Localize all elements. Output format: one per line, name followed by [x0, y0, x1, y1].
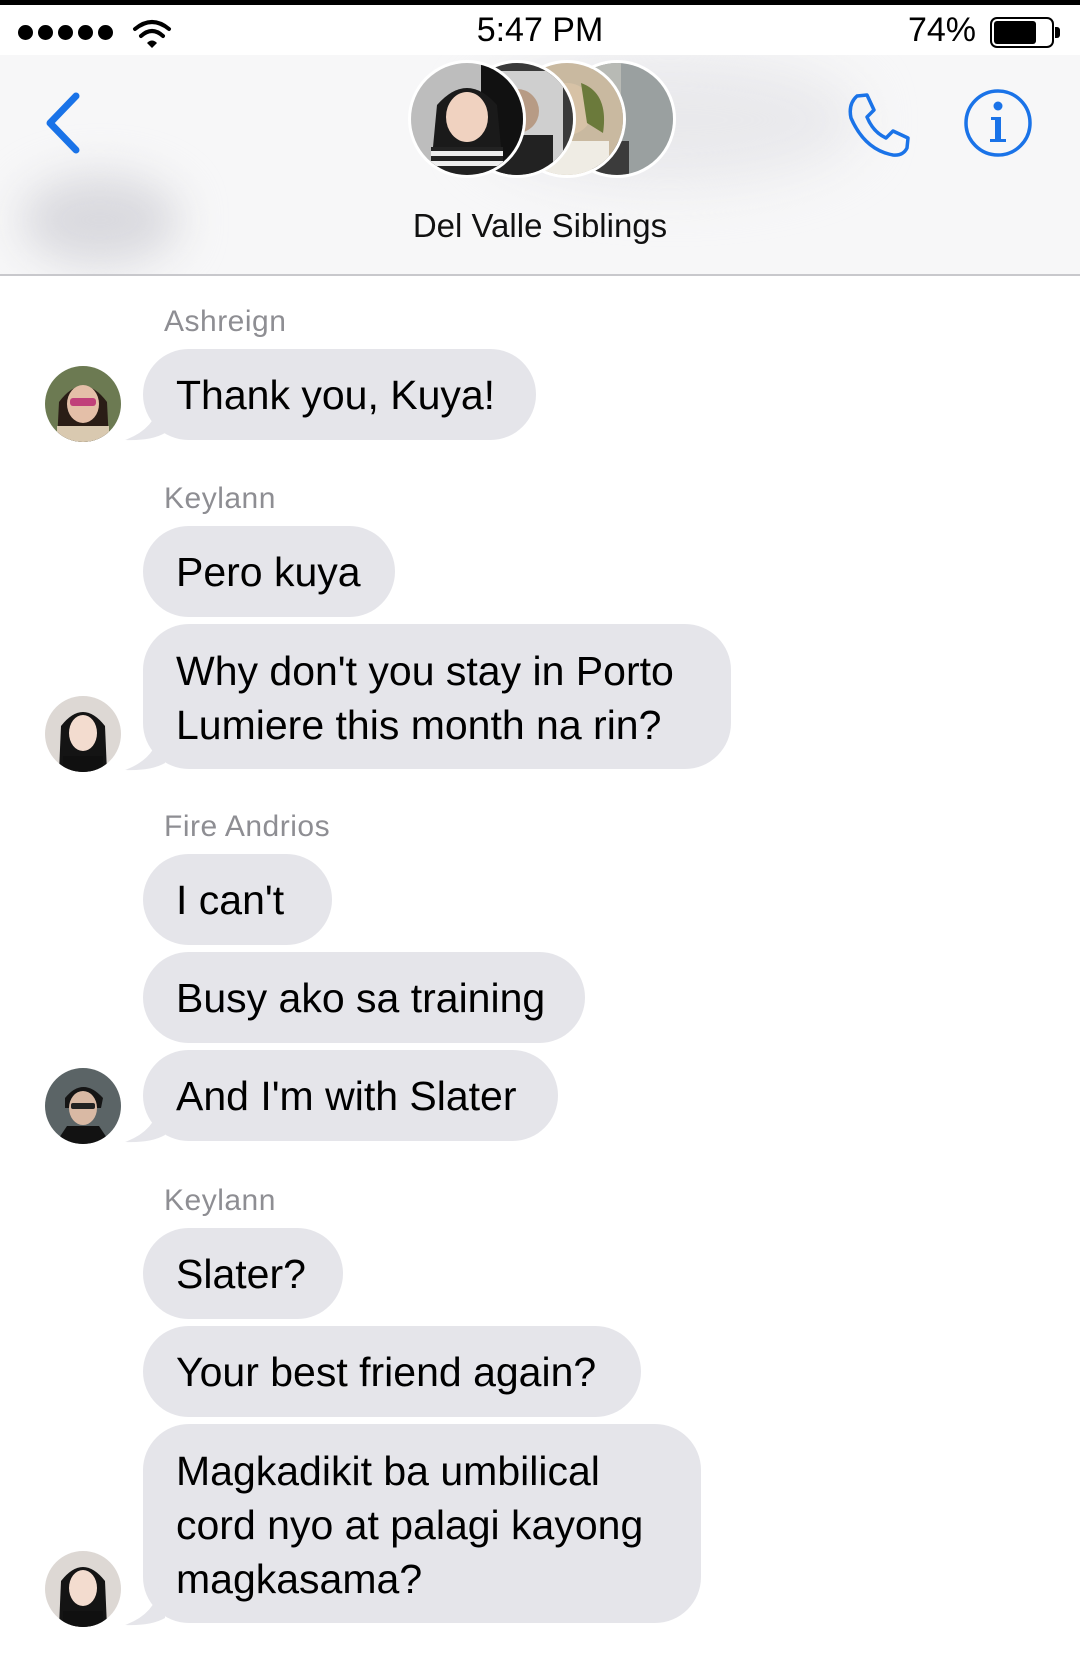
phone-icon[interactable] [843, 90, 913, 160]
avatar[interactable] [45, 1551, 121, 1627]
sender-name: Keylann [164, 482, 276, 515]
status-bar: 5:47 PM 74% [0, 5, 1080, 55]
info-icon[interactable] [962, 87, 1034, 159]
message-bubble[interactable]: Pero kuya [143, 526, 395, 617]
chevron-left-icon[interactable] [40, 90, 90, 160]
message-bubble[interactable]: Slater? [143, 1228, 343, 1319]
message-bubble[interactable]: Why don't you stay in Porto Lumiere this… [143, 624, 731, 769]
message-bubble[interactable]: Your best friend again? [143, 1326, 641, 1417]
sender-name: Keylann [164, 1184, 276, 1217]
avatar[interactable] [45, 366, 121, 442]
message-bubble[interactable]: I can't [143, 854, 332, 945]
bubble-tail [125, 1105, 165, 1143]
avatar[interactable] [45, 696, 121, 772]
group-member-avatar [408, 60, 526, 178]
group-avatar-stack[interactable] [408, 60, 678, 182]
message-bubble[interactable]: Thank you, Kuya! [143, 349, 536, 440]
battery-icon [990, 17, 1060, 48]
bubble-tail [125, 1588, 165, 1626]
bubble-tail [125, 733, 165, 771]
avatar[interactable] [45, 1068, 121, 1144]
chat-header: Del Valle Siblings [0, 55, 1080, 276]
message-bubble[interactable]: Busy ako sa training [143, 952, 585, 1043]
bubble-tail [125, 403, 165, 441]
message-bubble[interactable]: Magkadikit ba umbilical cord nyo at pala… [143, 1424, 701, 1623]
battery-percent: 74% [907, 11, 976, 49]
group-title: Del Valle Siblings [412, 207, 668, 244]
sender-name: Fire Andrios [164, 810, 331, 843]
sender-name: Ashreign [164, 305, 287, 338]
message-bubble[interactable]: And I'm with Slater [143, 1050, 558, 1141]
